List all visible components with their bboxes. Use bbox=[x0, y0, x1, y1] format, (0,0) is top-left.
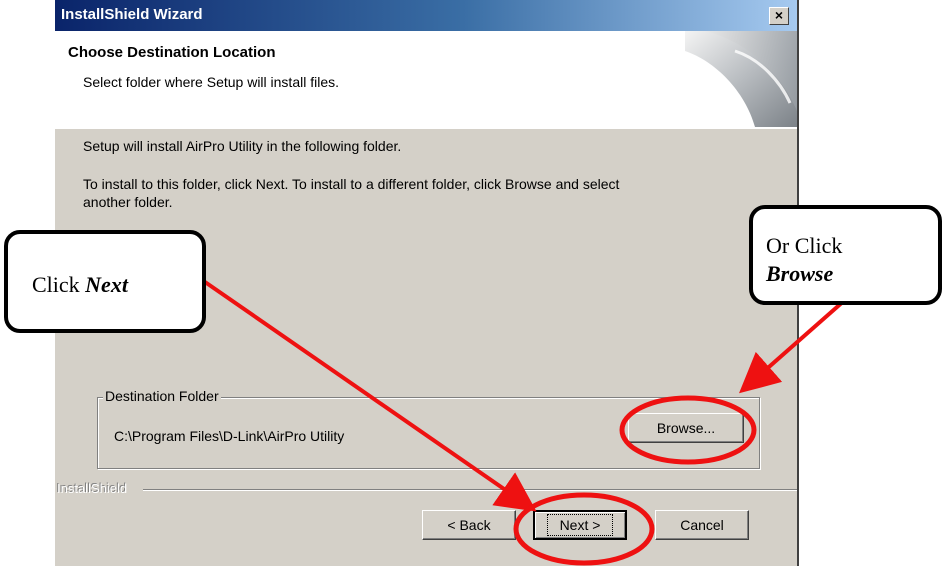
install-info-text: Setup will install AirPro Utility in the… bbox=[83, 138, 402, 154]
browse-button[interactable]: Browse... bbox=[628, 413, 744, 443]
instruction-text-line2: another folder. bbox=[83, 194, 173, 210]
next-button-label: Next > bbox=[546, 514, 614, 536]
page-title: Choose Destination Location bbox=[68, 44, 276, 61]
browse-callout-prefix: Or Click bbox=[766, 233, 843, 258]
next-button[interactable]: Next > bbox=[533, 510, 627, 540]
title-bar[interactable]: InstallShield Wizard × bbox=[55, 0, 797, 31]
browse-button-label: Browse... bbox=[656, 420, 716, 436]
installshield-brand: InstallShield bbox=[57, 481, 128, 496]
browse-callout: Or Click Browse bbox=[749, 205, 942, 305]
back-button-label: < Back bbox=[447, 517, 491, 533]
window-title: InstallShield Wizard bbox=[61, 6, 203, 23]
instruction-text-line1: To install to this folder, click Next. T… bbox=[83, 176, 620, 192]
close-button[interactable]: × bbox=[769, 7, 789, 25]
browse-callout-emph: Browse bbox=[766, 261, 834, 286]
destination-folder-label: Destination Folder bbox=[103, 388, 221, 404]
wizard-header: Choose Destination Location Select folde… bbox=[55, 31, 797, 128]
wizard-banner-art bbox=[685, 31, 797, 127]
header-divider bbox=[55, 127, 797, 129]
back-button[interactable]: < Back bbox=[422, 510, 516, 540]
cancel-button-label: Cancel bbox=[680, 517, 724, 533]
footer-separator bbox=[143, 489, 797, 491]
destination-path: C:\Program Files\D-Link\AirPro Utility bbox=[114, 428, 345, 444]
cancel-button[interactable]: Cancel bbox=[655, 510, 749, 540]
page-subtitle: Select folder where Setup will install f… bbox=[83, 74, 340, 90]
next-callout: Click Next bbox=[4, 230, 206, 333]
next-callout-prefix: Click bbox=[32, 272, 80, 297]
next-callout-emph: Next bbox=[85, 272, 128, 297]
